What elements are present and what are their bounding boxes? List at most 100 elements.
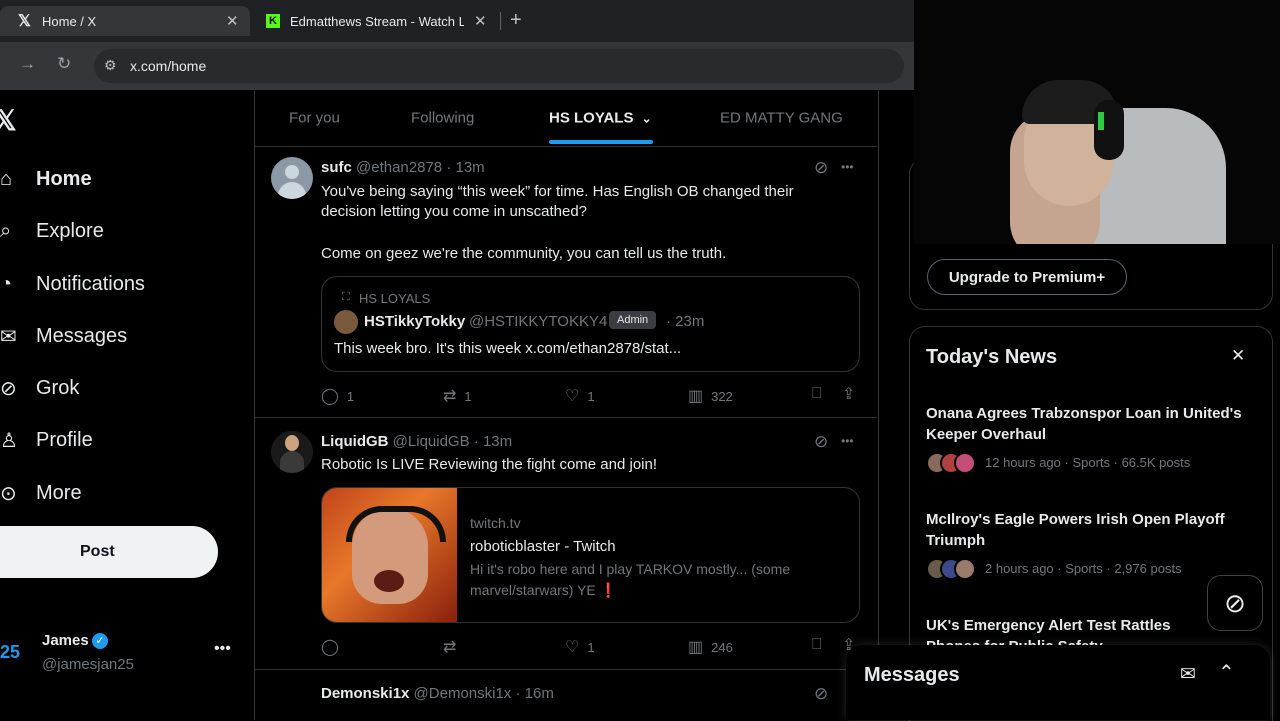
avatar bbox=[334, 310, 358, 334]
reply-button[interactable]: ◯ bbox=[321, 637, 347, 657]
tab-hs-loyals[interactable]: HS LOYALS ⌄ bbox=[549, 110, 652, 127]
tab-following[interactable]: Following bbox=[411, 110, 474, 127]
avatar[interactable] bbox=[271, 157, 313, 199]
upgrade-premium-button[interactable]: Upgrade to Premium+ bbox=[927, 259, 1127, 295]
reply-count: 1 bbox=[346, 388, 355, 404]
tweet-header: sufc @ethan2878 · 13m bbox=[321, 159, 485, 176]
share-icon[interactable]: ⇪ bbox=[842, 384, 855, 404]
close-tab-icon[interactable]: ✕ bbox=[474, 12, 487, 30]
browser-tab-home[interactable]: 𝕏 Home / X ✕ bbox=[0, 6, 250, 36]
bookmark-icon[interactable]: ⎕ bbox=[812, 385, 822, 403]
community-name: HS LOYALS bbox=[359, 291, 431, 306]
tab-ed-matty-gang[interactable]: ED MATTY GANG bbox=[720, 110, 843, 127]
author-handle[interactable]: @LiquidGB bbox=[393, 433, 470, 450]
news-item-title[interactable]: Onana Agrees Trabzonspor Loan in United'… bbox=[926, 403, 1256, 445]
more-circle-icon: ⊙ bbox=[0, 482, 17, 505]
avatar bbox=[954, 452, 976, 474]
more-dots-icon[interactable]: ••• bbox=[841, 434, 854, 448]
avatar: 25 bbox=[0, 642, 21, 662]
tweet-header: LiquidGB @LiquidGB · 13m bbox=[321, 433, 512, 450]
sidebar-item-notifications[interactable]: ◔ Notifications bbox=[0, 271, 145, 297]
link-title: roboticblaster - Twitch bbox=[470, 538, 616, 555]
grok-icon[interactable]: ⊘ bbox=[814, 158, 828, 178]
sidebar-item-grok[interactable]: ⊘ Grok bbox=[0, 375, 79, 401]
forward-icon[interactable]: → bbox=[19, 54, 36, 74]
heart-icon: ♡ bbox=[565, 639, 580, 656]
expand-icon[interactable]: ⌃ bbox=[1218, 660, 1235, 685]
author-handle[interactable]: @ethan2878 bbox=[356, 159, 442, 176]
author-name[interactable]: LiquidGB bbox=[321, 433, 389, 450]
quoted-tweet[interactable]: ⛶ HS LOYALS HSTikkyTokky @HSTIKKYTOKKY4 … bbox=[321, 276, 860, 372]
views-button[interactable]: ▥ 322 bbox=[688, 386, 733, 406]
tweet-time[interactable]: · 16m bbox=[515, 685, 553, 702]
verified-badge-icon: ✓ bbox=[92, 633, 108, 649]
news-item-meta: 12 hours ago · Sports · 66.5K posts bbox=[985, 455, 1191, 470]
messages-drawer[interactable]: Messages ✉ ⌃ bbox=[846, 645, 1270, 720]
views-button[interactable]: ▥ 246 bbox=[688, 637, 733, 657]
news-item-title[interactable]: McIlroy's Eagle Powers Irish Open Playof… bbox=[926, 509, 1256, 551]
author-name[interactable]: Demonski1x bbox=[321, 685, 409, 702]
like-count: 1 bbox=[587, 388, 595, 404]
like-button[interactable]: ♡ 1 bbox=[565, 386, 595, 406]
link-domain: twitch.tv bbox=[470, 515, 521, 531]
sidebar-item-label: Profile bbox=[36, 428, 93, 451]
messages-drawer-title: Messages bbox=[864, 664, 960, 686]
sidebar-item-label: Home bbox=[36, 167, 92, 190]
bookmark-icon[interactable]: ⎕ bbox=[812, 636, 822, 654]
x-logo-icon[interactable]: 𝕏 bbox=[0, 104, 17, 137]
like-button[interactable]: ♡ 1 bbox=[565, 637, 595, 657]
avatar[interactable] bbox=[271, 431, 313, 473]
account-handle: @jamesjan25 bbox=[42, 656, 134, 673]
webcam-overlay bbox=[914, 0, 1280, 244]
sidebar-item-messages[interactable]: ✉ Messages bbox=[0, 323, 127, 349]
sidebar-item-explore[interactable]: ⌕ Explore bbox=[0, 218, 104, 244]
address-bar[interactable]: ⚙ x.com/home bbox=[94, 49, 904, 83]
tab-title: Edmatthews Stream - Watch Live bbox=[290, 13, 464, 29]
close-tab-icon[interactable]: ✕ bbox=[226, 12, 239, 30]
site-settings-icon[interactable]: ⚙ bbox=[104, 57, 117, 74]
more-dots-icon[interactable]: ••• bbox=[214, 640, 231, 658]
search-icon: ⌕ bbox=[0, 219, 12, 242]
reply-icon: ◯ bbox=[321, 388, 339, 405]
admin-badge: Admin bbox=[609, 311, 657, 329]
author-name[interactable]: sufc bbox=[321, 159, 352, 176]
tweet-header: Demonski1x @Demonski1x · 16m bbox=[321, 685, 554, 702]
grok-floating-button[interactable]: ⊘ bbox=[1207, 575, 1263, 631]
grok-icon[interactable]: ⊘ bbox=[814, 432, 828, 452]
new-message-icon[interactable]: ✉ bbox=[1180, 663, 1196, 686]
grok-icon[interactable]: ⊘ bbox=[814, 684, 828, 704]
quoted-time: · 23m bbox=[666, 313, 705, 330]
post-button[interactable]: Post bbox=[0, 526, 218, 578]
browser-tab-stream[interactable]: K Edmatthews Stream - Watch Live ✕ bbox=[256, 6, 496, 36]
tabs-divider bbox=[254, 146, 877, 147]
link-description: Hi it's robo here and I play TARKOV most… bbox=[470, 561, 791, 577]
repost-button[interactable]: ⇄ 1 bbox=[443, 386, 472, 406]
sidebar-item-label: Messages bbox=[36, 324, 128, 347]
reply-button[interactable]: ◯ 1 bbox=[321, 386, 354, 406]
browser-toolbar: → ↻ ⚙ x.com/home bbox=[0, 42, 914, 90]
repost-button[interactable]: ⇄ bbox=[443, 637, 464, 657]
sidebar-item-more[interactable]: ⊙ More bbox=[0, 480, 82, 506]
link-card[interactable]: twitch.tv roboticblaster - Twitch Hi it'… bbox=[321, 487, 860, 623]
sidebar-item-profile[interactable]: ♙ Profile bbox=[0, 427, 93, 453]
author-handle[interactable]: @Demonski1x bbox=[414, 685, 512, 702]
sidebar-item-home[interactable]: ⌂ Home bbox=[0, 166, 92, 192]
community-icon: ⛶ bbox=[342, 291, 350, 303]
bar-chart-icon: ▥ bbox=[688, 639, 704, 656]
new-tab-icon[interactable]: + bbox=[510, 9, 522, 32]
person-icon: ♙ bbox=[0, 429, 18, 452]
account-switcher[interactable]: 25 James ✓ @jamesjan25 ••• bbox=[0, 628, 240, 678]
tab-for-you[interactable]: For you bbox=[289, 110, 340, 127]
tweet-time[interactable]: · 13m bbox=[474, 433, 512, 450]
link-description: marvel/starwars) YE ❗ bbox=[470, 582, 618, 598]
upgrade-premium-label: Upgrade to Premium+ bbox=[948, 268, 1106, 286]
tweet-text: Robotic Is LIVE Reviewing the fight come… bbox=[321, 456, 658, 473]
reload-icon[interactable]: ↻ bbox=[57, 54, 71, 74]
view-count: 246 bbox=[711, 639, 733, 655]
tweet-time[interactable]: · 13m bbox=[446, 159, 484, 176]
grok-icon: ⊘ bbox=[1224, 587, 1246, 618]
tab-separator bbox=[500, 12, 501, 30]
more-dots-icon[interactable]: ••• bbox=[841, 160, 854, 174]
close-icon[interactable]: ✕ bbox=[1231, 346, 1245, 366]
mail-icon: ✉ bbox=[0, 325, 17, 348]
